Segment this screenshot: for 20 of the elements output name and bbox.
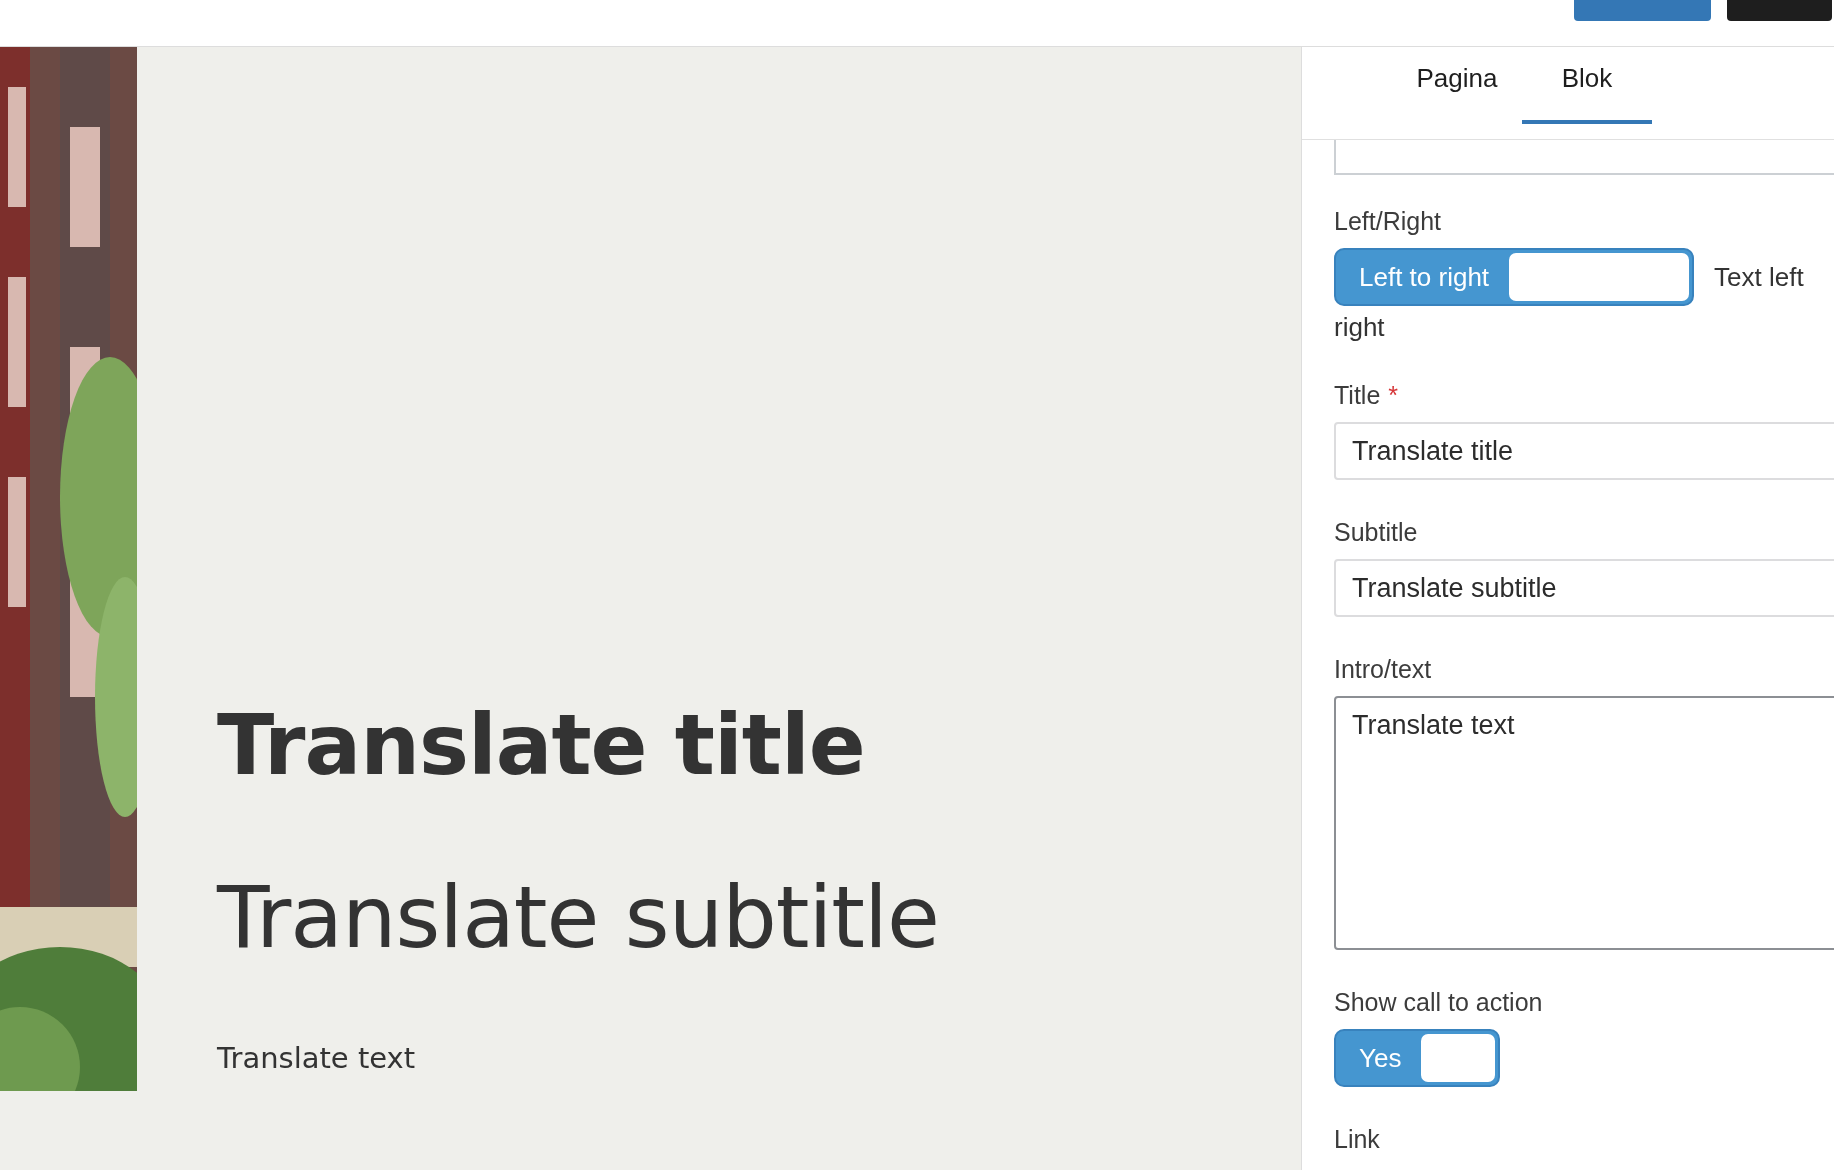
sidebar-tab[interactable]: Pagina [1392, 47, 1522, 124]
preview-title: Translate title [217, 695, 866, 796]
text-field[interactable]: Translate subtitle [1334, 559, 1834, 617]
field-label: Intro/text [1334, 655, 1432, 683]
sidebar-tab[interactable]: Blok [1522, 47, 1652, 124]
field-label: Left/Right [1334, 207, 1441, 235]
preview-subtitle: Translate subtitle [217, 865, 939, 969]
field-description: Text left [1714, 261, 1804, 293]
field-label: Link [1334, 1125, 1380, 1153]
input-field[interactable] [1334, 140, 1834, 175]
text-field[interactable]: Translate title [1334, 422, 1834, 480]
field-label: Show call to action [1334, 988, 1543, 1016]
required-mark: * [1388, 381, 1399, 409]
header-button[interactable] [1574, 0, 1711, 21]
field-description: right [1334, 312, 1386, 343]
preview-text: Translate text [217, 1041, 417, 1075]
text-area[interactable]: Translate text [1334, 696, 1834, 950]
field-label: Title [1334, 381, 1381, 409]
header-button[interactable] [1727, 0, 1832, 21]
field-label: Subtitle [1334, 518, 1418, 546]
